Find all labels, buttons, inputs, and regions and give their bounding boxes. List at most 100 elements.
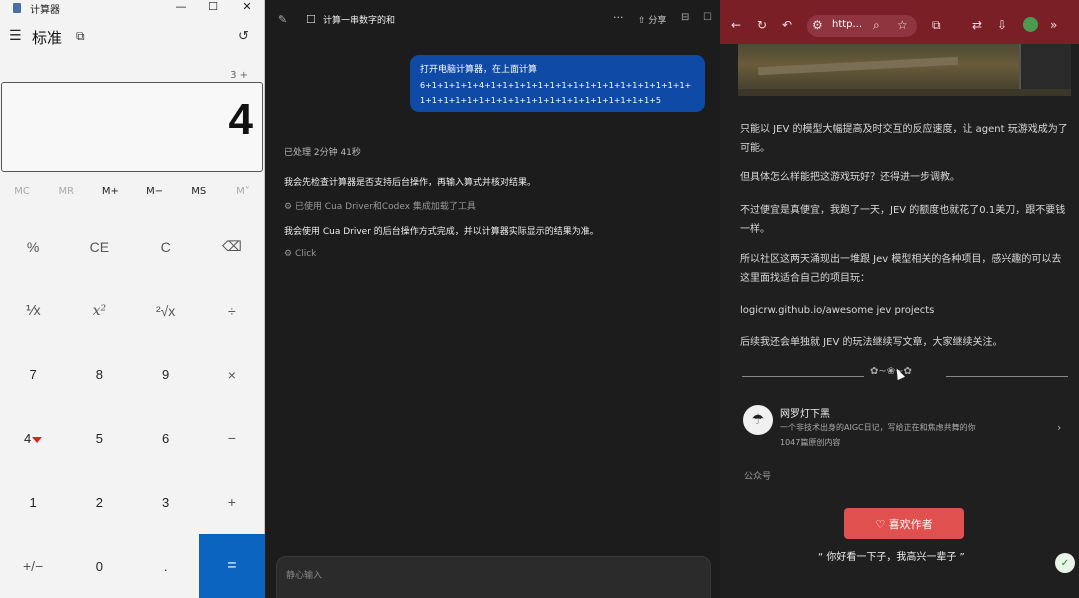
desktop: 计算器 — ☐ ✕ ☰ 标准 ⧉ ↺ 3 + 4 MC MR M+ M− MS … — [0, 0, 1079, 598]
message-input-placeholder: 静心输入 — [286, 571, 323, 581]
author-article-count: 1047篇原创内容 — [780, 438, 841, 447]
article-paragraph: 不过便宜是真便宜，我跑了一天，JEV 的额度也就花了0.1美刀，跟不要钱一样。 — [740, 205, 1066, 235]
digit-5-key[interactable]: 5 — [66, 406, 132, 470]
new-chat-icon[interactable]: ✎ — [278, 13, 287, 26]
assistant-message: 我会使用 Cua Driver 的后台操作方式完成，并以计算器实际显示的结果为准… — [284, 227, 599, 237]
memory-store-button[interactable]: MS — [177, 186, 221, 202]
digit-7-key[interactable]: 7 — [0, 343, 66, 407]
user-message-line1: 打开电脑计算器，在上面计算 — [420, 65, 538, 75]
processing-time: 已处理 2分钟 41秒 — [284, 148, 361, 158]
digit-4-key[interactable]: 4 — [0, 406, 66, 470]
close-button[interactable]: ✕ — [237, 0, 257, 13]
game-hud-bar — [738, 89, 1071, 96]
memory-add-button[interactable]: M+ — [88, 186, 132, 202]
like-author-button[interactable]: ♡ 喜欢作者 — [844, 508, 964, 539]
chevron-right-icon[interactable]: › — [1057, 421, 1061, 434]
memory-row: MC MR M+ M− MS M˅ — [0, 186, 265, 202]
game-road-shape — [757, 56, 959, 76]
square-key[interactable]: x² — [66, 279, 132, 343]
calculator-app-icon — [13, 3, 21, 13]
game-screenshot-image — [738, 44, 1071, 96]
back-icon[interactable]: ← — [731, 18, 741, 32]
tool-action-text: Click — [294, 249, 317, 259]
decimal-key[interactable]: . — [133, 534, 199, 598]
result-display: 4 — [1, 82, 263, 172]
digit-9-key[interactable]: 9 — [133, 343, 199, 407]
minimize-button[interactable]: — — [171, 0, 191, 13]
memory-subtract-button[interactable]: M− — [133, 186, 177, 202]
maximize-panel-icon[interactable]: ☐ — [703, 12, 712, 23]
calculator-titlebar[interactable]: 计算器 — ☐ ✕ — [0, 0, 265, 16]
tool-action: ⚙ Click — [284, 249, 316, 259]
more-tools-icon[interactable]: » — [1050, 18, 1057, 32]
assistant-message: 我会先检查计算器是否支持后台操作，再输入算式并核对结果。 — [284, 178, 537, 188]
divide-key[interactable]: ÷ — [199, 279, 265, 343]
menu-icon[interactable]: ☰ — [9, 28, 22, 44]
share-button[interactable]: ⇧ 分享 — [638, 13, 666, 26]
digit-4-label: 4 — [24, 430, 32, 446]
divider-ornament: ✿~❀~✿ — [870, 366, 912, 377]
account-type-label: 公众号 — [744, 472, 772, 482]
divider-line-right — [946, 376, 1068, 377]
result-value: 4 — [228, 95, 253, 144]
download-icon[interactable]: ⇩ — [997, 18, 1007, 32]
author-avatar[interactable]: ☂ — [743, 405, 773, 435]
user-message: 打开电脑计算器，在上面计算 6+1+1+1+1+4+1+1+1+1+1+1+1+… — [410, 55, 705, 112]
digit-1-key[interactable]: 1 — [0, 470, 66, 534]
percent-key[interactable]: % — [0, 215, 66, 279]
message-input[interactable]: 静心输入 — [276, 556, 711, 598]
digit-0-key[interactable]: 0 — [66, 534, 132, 598]
digit-6-key[interactable]: 6 — [133, 406, 199, 470]
backspace-key[interactable]: ⌫ — [199, 215, 265, 279]
chat-header: ✎ ☐ 计算一串数字的和 ··· ⇧ 分享 ⊟ ☐ — [266, 0, 720, 36]
search-icon[interactable]: ⌕ — [873, 18, 880, 33]
article-link[interactable]: logicrw.github.io/awesome jev projects — [740, 301, 1070, 320]
clear-key[interactable]: C — [133, 215, 199, 279]
address-text: http... — [832, 19, 863, 30]
memory-clear-button[interactable]: MC — [0, 186, 44, 202]
memory-list-button[interactable]: M˅ — [221, 186, 265, 202]
chat-window: ✎ ☐ 计算一串数字的和 ··· ⇧ 分享 ⊟ ☐ 打开电脑计算器，在上面计算 … — [266, 0, 720, 598]
tool-icon: ⚙ — [284, 202, 295, 212]
tool-status: ⚙ 已使用 Cua Driver和Codex 集成加载了工具 — [284, 199, 476, 212]
digit-8-key[interactable]: 8 — [66, 343, 132, 407]
undo-icon[interactable]: ↶ — [782, 18, 792, 32]
calculator-window: 计算器 — ☐ ✕ ☰ 标准 ⧉ ↺ 3 + 4 MC MR M+ M− MS … — [0, 0, 265, 598]
layout-toggle-icon[interactable]: ⊟ — [681, 12, 689, 23]
star-icon[interactable]: ☆ — [897, 18, 908, 32]
calculator-mode-title: 标准 — [32, 29, 63, 47]
keypad: % CE C ⌫ ⅟x x² ²√x ÷ 7 8 9 × 4 5 6 − 1 2… — [0, 215, 265, 598]
expression-display: 3 + — [230, 70, 248, 81]
equals-key[interactable]: = — [198, 534, 265, 598]
profile-avatar[interactable] — [1023, 17, 1038, 32]
sqrt-key[interactable]: ²√x — [133, 279, 199, 343]
document-icon: ☐ — [306, 13, 316, 26]
article-paragraph: 但具体怎么样能把这游戏玩好？还得进一步调教。 — [740, 172, 960, 183]
article-paragraph: 只能以 JEV 的模型大幅提高及时交互的反应速度，让 agent 玩游戏成为了可… — [740, 124, 1068, 154]
maximize-button[interactable]: ☐ — [203, 0, 223, 13]
digit-3-key[interactable]: 3 — [133, 470, 199, 534]
history-icon[interactable]: ↺ — [238, 29, 249, 44]
subtract-key[interactable]: − — [199, 406, 265, 470]
pointer-cursor-icon — [32, 437, 43, 444]
split-view-icon[interactable]: ⇄ — [972, 18, 982, 32]
multiply-key[interactable]: × — [199, 343, 265, 407]
keep-on-top-icon[interactable]: ⧉ — [76, 29, 85, 44]
author-name[interactable]: 网罗灯下黑 — [780, 405, 830, 420]
check-badge-icon[interactable]: ✓ — [1055, 553, 1075, 573]
extensions-icon[interactable]: ⧉ — [932, 18, 941, 33]
site-settings-icon[interactable]: ⚙ — [812, 18, 823, 32]
add-key[interactable]: + — [199, 470, 265, 534]
more-options-icon[interactable]: ··· — [613, 11, 624, 24]
divider-line-left — [742, 376, 864, 377]
browser-window: ← ↻ ↶ ⚙ http... ⌕ ☆ ⧉ ⇄ ⇩ » 只能以 JEV 的模型大… — [720, 0, 1079, 598]
negate-key[interactable]: +/− — [0, 534, 66, 598]
digit-2-key[interactable]: 2 — [66, 470, 132, 534]
clear-entry-key[interactable]: CE — [66, 215, 132, 279]
reciprocal-key[interactable]: ⅟x — [0, 279, 66, 343]
reload-icon[interactable]: ↻ — [757, 18, 767, 32]
article-paragraph: 后续我还会单独就 JEV 的玩法继续写文章，大家继续关注。 — [740, 337, 1003, 348]
memory-recall-button[interactable]: MR — [44, 186, 88, 202]
reward-quote: “ 你好看一下子，我高兴一辈子 ” — [818, 552, 965, 563]
window-title: 计算器 — [30, 5, 60, 16]
